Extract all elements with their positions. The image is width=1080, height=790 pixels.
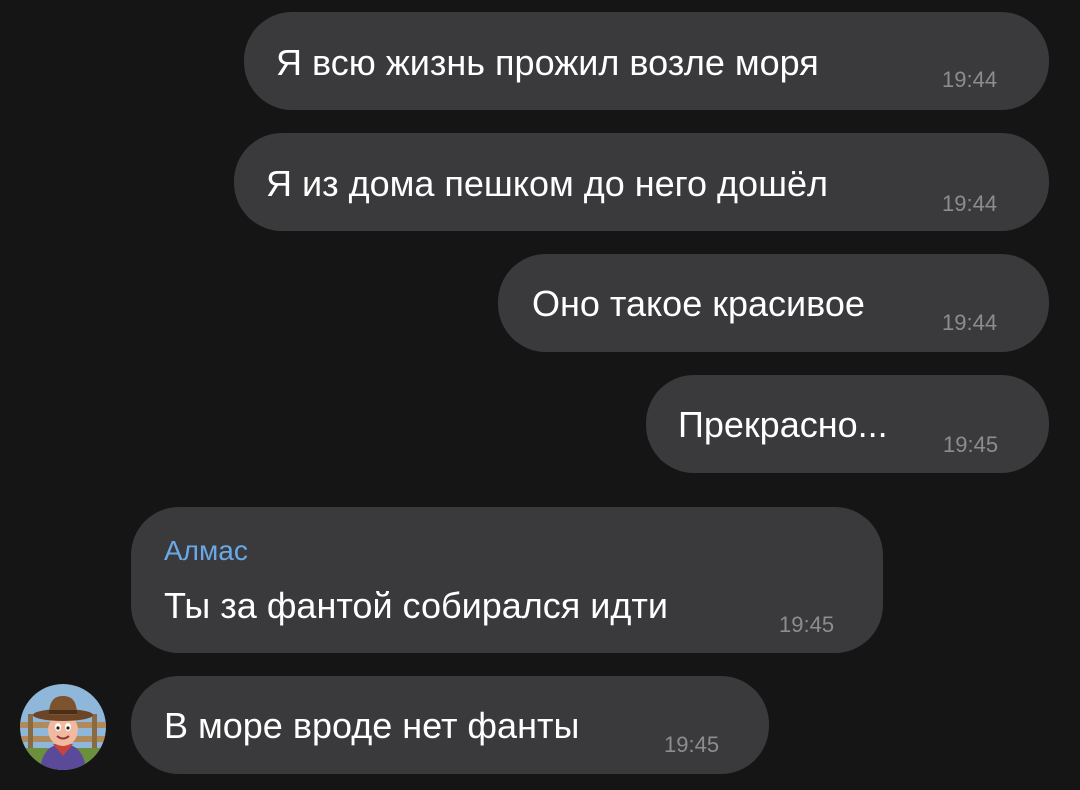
cartoon-cowboy-avatar-icon[interactable] <box>20 684 106 770</box>
sender-name[interactable]: Алмас <box>164 536 248 566</box>
message-text: Я из дома пешком до него дошёл <box>266 163 828 204</box>
message-text: Ты за фантой собирался идти <box>164 585 668 626</box>
message-bubble[interactable]: В море вроде нет фанты 19:45 <box>131 676 769 774</box>
message-text: Я всю жизнь прожил возле моря <box>276 42 819 83</box>
message-time: 19:44 <box>942 310 998 335</box>
message-time: 19:44 <box>942 191 998 216</box>
message-bubble[interactable]: Я из дома пешком до него дошёл 19:44 <box>234 133 1049 231</box>
message-time: 19:45 <box>664 732 720 757</box>
message-time: 19:45 <box>779 612 835 637</box>
message-bubble[interactable]: Оно такое красивое 19:44 <box>498 254 1049 352</box>
message-text: Оно такое красивое <box>532 283 865 324</box>
message-time: 19:44 <box>942 67 998 92</box>
message-text: В море вроде нет фанты <box>164 705 580 746</box>
chat-view: Я всю жизнь прожил возле моря 19:44 Я из… <box>0 0 1080 790</box>
message-bubble[interactable]: Прекрасно... 19:45 <box>646 375 1049 473</box>
message-bubble[interactable]: Я всю жизнь прожил возле моря 19:44 <box>244 12 1049 110</box>
message-bubble[interactable]: Алмас Ты за фантой собирался идти 19:45 <box>131 507 883 653</box>
message-time: 19:45 <box>943 432 999 457</box>
message-text: Прекрасно... <box>678 404 888 445</box>
